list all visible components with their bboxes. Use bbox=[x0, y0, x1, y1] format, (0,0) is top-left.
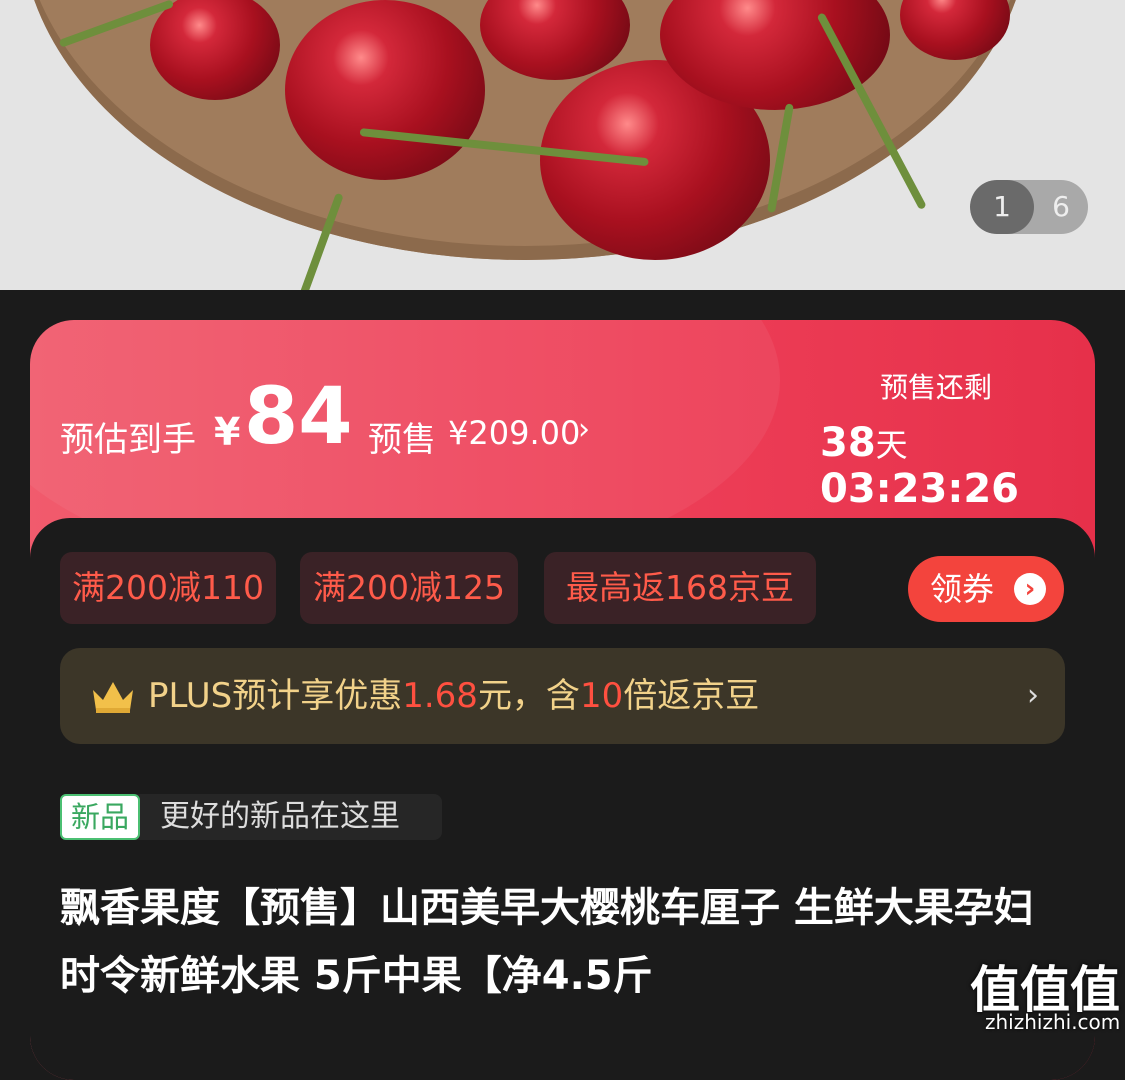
presale-label[interactable]: 预售 bbox=[368, 412, 436, 461]
countdown-time: 03:23:26 bbox=[820, 466, 1019, 512]
estimate-label: 预估到手 bbox=[60, 420, 196, 460]
coupon-chip[interactable]: 最高返168京豆 bbox=[544, 552, 816, 624]
countdown-timer: 38天 03:23:26 bbox=[820, 420, 1095, 512]
promo-panel: 满200减110 满200减125 最高返168京豆 领券 › PLUS预计享优… bbox=[30, 518, 1095, 1080]
plus-text: PLUS预计享优惠1.68元，含10倍返京豆 bbox=[148, 672, 759, 720]
presale-price[interactable]: ¥209.00 bbox=[448, 414, 580, 452]
coupon-chip[interactable]: 满200减125 bbox=[300, 552, 518, 624]
product-image[interactable]: 1 6 bbox=[0, 0, 1125, 290]
plus-badge: PLUS bbox=[148, 676, 233, 716]
cherry-image bbox=[285, 0, 485, 180]
countdown-days-unit: 天 bbox=[875, 426, 908, 464]
pager-total: 6 bbox=[1052, 190, 1070, 223]
plus-text-a: 预计享优惠 bbox=[232, 676, 403, 716]
new-product-tag[interactable]: 新品 更好的新品在这里 bbox=[60, 794, 442, 840]
estimate-price: 84 bbox=[244, 372, 353, 462]
product-title: 飘香果度【预售】山西美早大樱桃车厘子 生鲜大果孕妇时令新鲜水果 5斤中果【净4.… bbox=[60, 885, 1034, 999]
chevron-circle-icon: › bbox=[1014, 573, 1046, 605]
presale-remaining-label: 预售还剩 bbox=[880, 371, 993, 404]
crown-icon bbox=[93, 682, 133, 713]
plus-multiplier: 10 bbox=[579, 676, 624, 716]
chevron-right-icon: › bbox=[1027, 678, 1039, 713]
chevron-right-icon[interactable]: › bbox=[578, 412, 590, 447]
image-pager: 1 6 bbox=[970, 180, 1088, 234]
get-coupon-button[interactable]: 领券 › bbox=[908, 556, 1064, 622]
currency-symbol: ¥ bbox=[214, 410, 241, 454]
countdown-days: 38 bbox=[820, 420, 876, 466]
new-badge: 新品 bbox=[60, 794, 140, 840]
watermark-url: zhizhizhi.com bbox=[985, 1010, 1121, 1034]
coupon-chip[interactable]: 满200减110 bbox=[60, 552, 276, 624]
plus-amount: 1.68 bbox=[402, 676, 478, 716]
price-card: 预估到手 ¥ 84 预售 ¥209.00 › 预售还剩 38天 03:23:26… bbox=[30, 320, 1095, 1080]
get-coupon-label: 领券 bbox=[930, 570, 995, 608]
new-tag-text: 更好的新品在这里 bbox=[160, 799, 400, 834]
plus-text-b: 元，含 bbox=[477, 676, 580, 716]
plus-banner[interactable]: PLUS预计享优惠1.68元，含10倍返京豆 › bbox=[60, 648, 1065, 744]
pager-current: 1 bbox=[970, 180, 1034, 234]
plus-text-c: 倍返京豆 bbox=[623, 676, 760, 716]
